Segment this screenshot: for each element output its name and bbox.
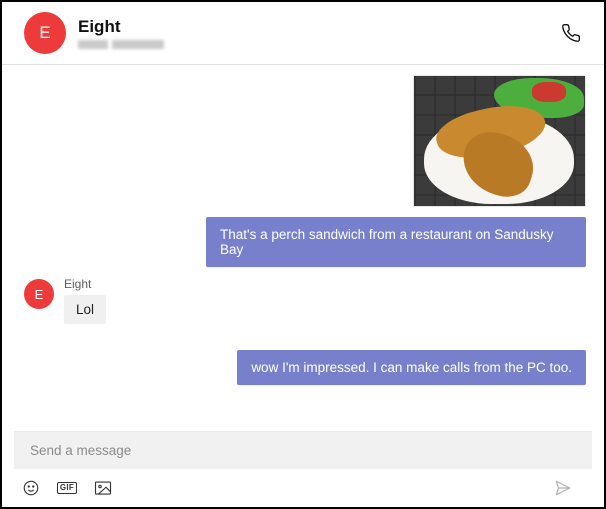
message-bubble-me[interactable]: wow I'm impressed. I can make calls from… — [237, 350, 586, 385]
sender-name: Eight — [64, 277, 106, 291]
message-row-me: wow I'm impressed. I can make calls from… — [24, 350, 586, 385]
contact-avatar[interactable]: E — [24, 12, 66, 54]
send-icon — [553, 479, 573, 497]
chat-header: E Eight — [2, 2, 604, 65]
gif-button[interactable]: GIF — [54, 477, 80, 499]
contact-status — [78, 40, 556, 49]
message-row-me: That's a perch sandwich from a restauran… — [24, 217, 586, 267]
compose-toolbar: GIF — [2, 469, 604, 507]
status-redacted — [78, 40, 108, 49]
emoji-button[interactable] — [18, 477, 44, 499]
gif-icon: GIF — [57, 482, 77, 494]
sender-avatar[interactable]: E — [24, 279, 54, 309]
call-button[interactable] — [556, 18, 586, 48]
avatar-initial: E — [35, 287, 44, 302]
avatar-initial: E — [39, 23, 50, 43]
emoji-icon — [22, 479, 40, 497]
chat-window: E Eight That's a — [0, 0, 606, 509]
message-bubble-me[interactable]: That's a perch sandwich from a restauran… — [206, 217, 586, 267]
message-list: That's a perch sandwich from a restauran… — [2, 65, 604, 427]
send-button[interactable] — [550, 477, 576, 499]
compose-placeholder: Send a message — [30, 443, 131, 458]
message-bubble-other[interactable]: Lol — [64, 295, 106, 324]
image-icon — [94, 480, 112, 496]
contact-name: Eight — [78, 17, 556, 37]
status-redacted — [112, 40, 164, 49]
message-row-other: E Eight Lol — [24, 277, 586, 324]
compose-input[interactable]: Send a message — [14, 431, 592, 469]
message-row-me — [24, 75, 586, 207]
image-button[interactable] — [90, 477, 116, 499]
image-attachment[interactable] — [413, 75, 586, 207]
header-text: Eight — [78, 17, 556, 49]
phone-icon — [561, 23, 581, 43]
